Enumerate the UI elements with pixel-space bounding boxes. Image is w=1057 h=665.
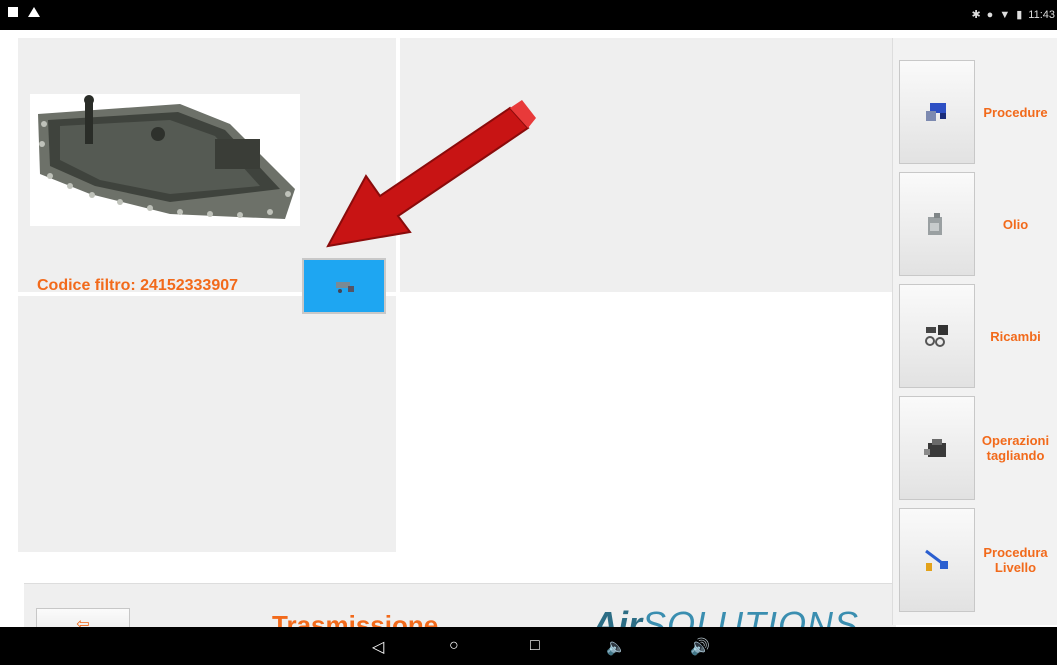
level-dipstick-icon: [925, 549, 948, 571]
oil-can-icon: [928, 213, 942, 235]
filter-icon: [336, 282, 354, 293]
info-panel: [18, 296, 396, 552]
sidebar-item-service-operations[interactable]: Operazioni tagliando: [893, 394, 1057, 502]
procedure-icon: [926, 103, 946, 121]
procedure-button[interactable]: [899, 60, 975, 164]
content-area: Codice filtro: 24152333907 ⇦ Trasmission…: [10, 30, 898, 650]
bluetooth-icon: ✱: [971, 9, 981, 21]
clock: 11:43: [1028, 8, 1055, 21]
sidebar-item-spare-parts[interactable]: Ricambi: [893, 282, 1057, 390]
detail-panel: [400, 38, 898, 292]
nav-back-button[interactable]: ◁: [372, 637, 384, 657]
volume-up-button[interactable]: 🔊: [690, 637, 710, 657]
filter-code-label: Codice filtro:: [37, 277, 136, 294]
procedure-label: Procedure: [983, 104, 1048, 120]
status-bar: ✱ ● ▼ ▮ 11:43: [0, 0, 1057, 30]
spare-parts-label: Ricambi: [990, 328, 1041, 344]
wifi-icon: ▼: [999, 8, 1011, 21]
nav-recents-button[interactable]: □: [530, 637, 540, 655]
spare-parts-button[interactable]: [899, 284, 975, 388]
notification-image-icon: [8, 7, 18, 17]
filter-search-button[interactable]: [302, 258, 386, 314]
upload-icon: [28, 7, 40, 17]
sidebar: Procedure Olio Ricambi Operazioni taglia…: [892, 38, 1057, 625]
navigation-bar: ◁ ○ □ 🔈 🔊: [0, 627, 1057, 665]
level-procedure-button[interactable]: [899, 508, 975, 612]
nav-home-button[interactable]: ○: [449, 637, 459, 655]
service-operations-button[interactable]: [899, 396, 975, 500]
do-not-disturb-icon: ●: [986, 8, 994, 21]
sidebar-item-level-procedure[interactable]: Procedura Livello: [893, 506, 1057, 614]
service-operations-icon: [924, 439, 946, 457]
oil-pan-image: [30, 94, 300, 226]
service-operations-label: Operazioni tagliando: [981, 433, 1050, 463]
spare-parts-icon: [925, 325, 948, 347]
oil-button[interactable]: [899, 172, 975, 276]
filter-code-text: Codice filtro: 24152333907: [37, 277, 238, 295]
filter-code-value: 24152333907: [140, 277, 239, 294]
volume-down-button[interactable]: 🔈: [606, 637, 626, 657]
oil-label: Olio: [1002, 216, 1029, 232]
sidebar-item-oil[interactable]: Olio: [893, 170, 1057, 278]
level-procedure-label: Procedura Livello: [983, 545, 1048, 575]
battery-icon: ▮: [1016, 9, 1023, 21]
sidebar-item-procedure[interactable]: Procedure: [893, 58, 1057, 166]
